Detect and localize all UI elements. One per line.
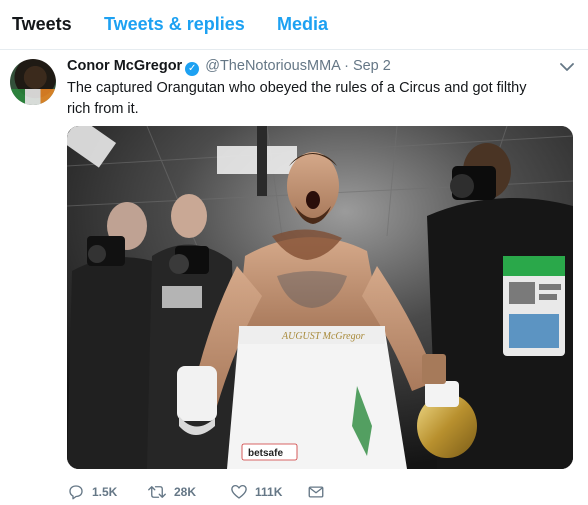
chevron-down-icon[interactable] xyxy=(560,62,574,72)
tweet-photo[interactable]: AUGUST McGregor betsafe xyxy=(67,126,573,469)
like-button[interactable]: 111K xyxy=(230,480,282,504)
author-handle[interactable]: @TheNotoriousMMA xyxy=(205,58,340,74)
heart-icon xyxy=(231,484,247,499)
header-separator: · xyxy=(344,58,349,74)
verified-badge-icon: ✓ xyxy=(185,62,200,76)
tweet-actions: 1.5K 28K 111K xyxy=(67,480,547,504)
tab-tweets[interactable]: Tweets xyxy=(12,14,72,35)
like-count: 111K xyxy=(255,485,283,499)
tweet-date[interactable]: Sep 2 xyxy=(353,58,391,74)
shorts-waistband-text: AUGUST McGregor xyxy=(281,331,365,342)
avatar-flag xyxy=(10,89,56,105)
tweet-text: The captured Orangutan who obeyed the ru… xyxy=(67,80,527,117)
retweet-button[interactable]: 28K xyxy=(147,480,196,504)
avatar[interactable] xyxy=(10,59,56,105)
reply-icon xyxy=(69,485,83,500)
retweet-count: 28K xyxy=(174,485,197,499)
direct-message-button[interactable] xyxy=(307,480,332,504)
envelope-icon xyxy=(308,486,324,498)
profile-tabs: Tweets Tweets & replies Media xyxy=(0,0,588,50)
tweet-header: Conor McGregor ✓ @TheNotoriousMMA · Sep 2 xyxy=(67,58,391,78)
reply-button[interactable]: 1.5K xyxy=(67,480,117,504)
shorts-sponsor-text: betsafe xyxy=(248,448,283,459)
photo-scene: AUGUST McGregor betsafe xyxy=(67,126,573,469)
retweet-icon xyxy=(148,486,166,498)
tweet[interactable]: Conor McGregor ✓ @TheNotoriousMMA · Sep 2… xyxy=(0,50,588,505)
tab-media[interactable]: Media xyxy=(277,14,328,35)
author-name[interactable]: Conor McGregor xyxy=(67,58,182,74)
tab-tweets-and-replies[interactable]: Tweets & replies xyxy=(104,14,245,35)
reply-count: 1.5K xyxy=(92,485,118,499)
